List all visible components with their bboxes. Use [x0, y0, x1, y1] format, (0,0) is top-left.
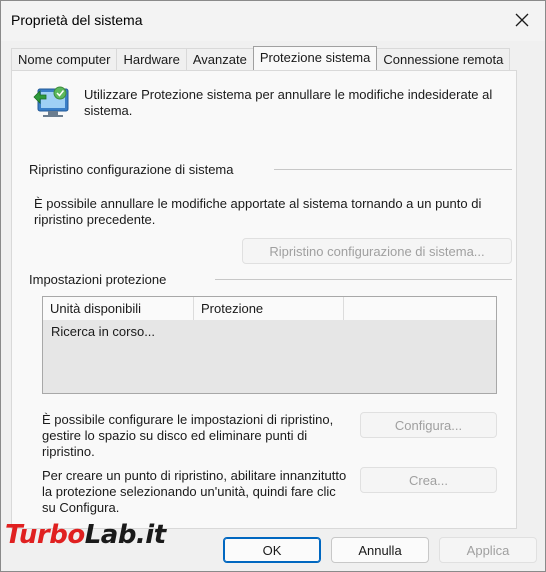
title-bar: Proprietà del sistema — [1, 1, 545, 41]
tab-connessione-remota[interactable]: Connessione remota — [376, 48, 511, 70]
tab-strip: Nome computer Hardware Avanzate Protezio… — [11, 46, 511, 70]
intro-text: Utilizzare Protezione sistema per annull… — [84, 87, 493, 118]
protection-group-divider — [215, 279, 512, 280]
column-header-empty[interactable] — [344, 297, 496, 320]
create-description: Per creare un punto di ripristino, abili… — [42, 468, 347, 515]
cancel-button-label: Annulla — [358, 542, 402, 558]
cancel-button[interactable]: Annulla — [331, 537, 429, 563]
configure-description: È possibile configurare le impostazioni … — [42, 412, 334, 459]
system-restore-button[interactable]: Ripristino configurazione di sistema... — [242, 238, 512, 264]
close-button[interactable] — [505, 5, 539, 35]
protection-group-label: Impostazioni protezione — [29, 272, 167, 287]
create-button-label: Crea... — [408, 472, 448, 488]
watermark-part1: Turbo — [5, 520, 85, 550]
system-protection-icon — [33, 86, 69, 117]
drives-list[interactable]: Unità disponibili Protezione Ricerca in … — [42, 296, 497, 394]
drives-list-status: Ricerca in corso... — [51, 324, 156, 339]
ok-button-label: OK — [262, 542, 282, 558]
tab-avanzate[interactable]: Avanzate — [185, 48, 254, 70]
restore-description: È possibile annullare le modifiche appor… — [34, 196, 482, 227]
window-title: Proprietà del sistema — [11, 12, 143, 28]
tab-panel: Utilizzare Protezione sistema per annull… — [11, 70, 517, 529]
configure-button-label: Configura... — [394, 417, 463, 433]
watermark-part2: Lab.it — [84, 520, 166, 550]
column-header-drives[interactable]: Unità disponibili — [43, 297, 194, 320]
tab-protezione-sistema[interactable]: Protezione sistema — [252, 46, 378, 70]
drives-list-header: Unità disponibili Protezione — [43, 297, 496, 320]
tab-nome-computer[interactable]: Nome computer — [11, 48, 118, 70]
create-button[interactable]: Crea... — [360, 467, 497, 493]
close-icon — [515, 13, 529, 27]
restore-group-label: Ripristino configurazione di sistema — [29, 162, 234, 177]
ok-button[interactable]: OK — [223, 537, 321, 563]
column-header-protection[interactable]: Protezione — [194, 297, 344, 320]
tab-hardware[interactable]: Hardware — [116, 48, 187, 70]
system-restore-button-label: Ripristino configurazione di sistema... — [269, 243, 485, 259]
configure-button[interactable]: Configura... — [360, 412, 497, 438]
apply-button[interactable]: Applica — [439, 537, 537, 563]
turbolab-watermark: Turbo Lab.it — [5, 517, 166, 553]
apply-button-label: Applica — [466, 542, 510, 558]
restore-group-divider — [274, 169, 512, 170]
system-properties-window: Proprietà del sistema Nome computer Hard… — [0, 0, 546, 572]
